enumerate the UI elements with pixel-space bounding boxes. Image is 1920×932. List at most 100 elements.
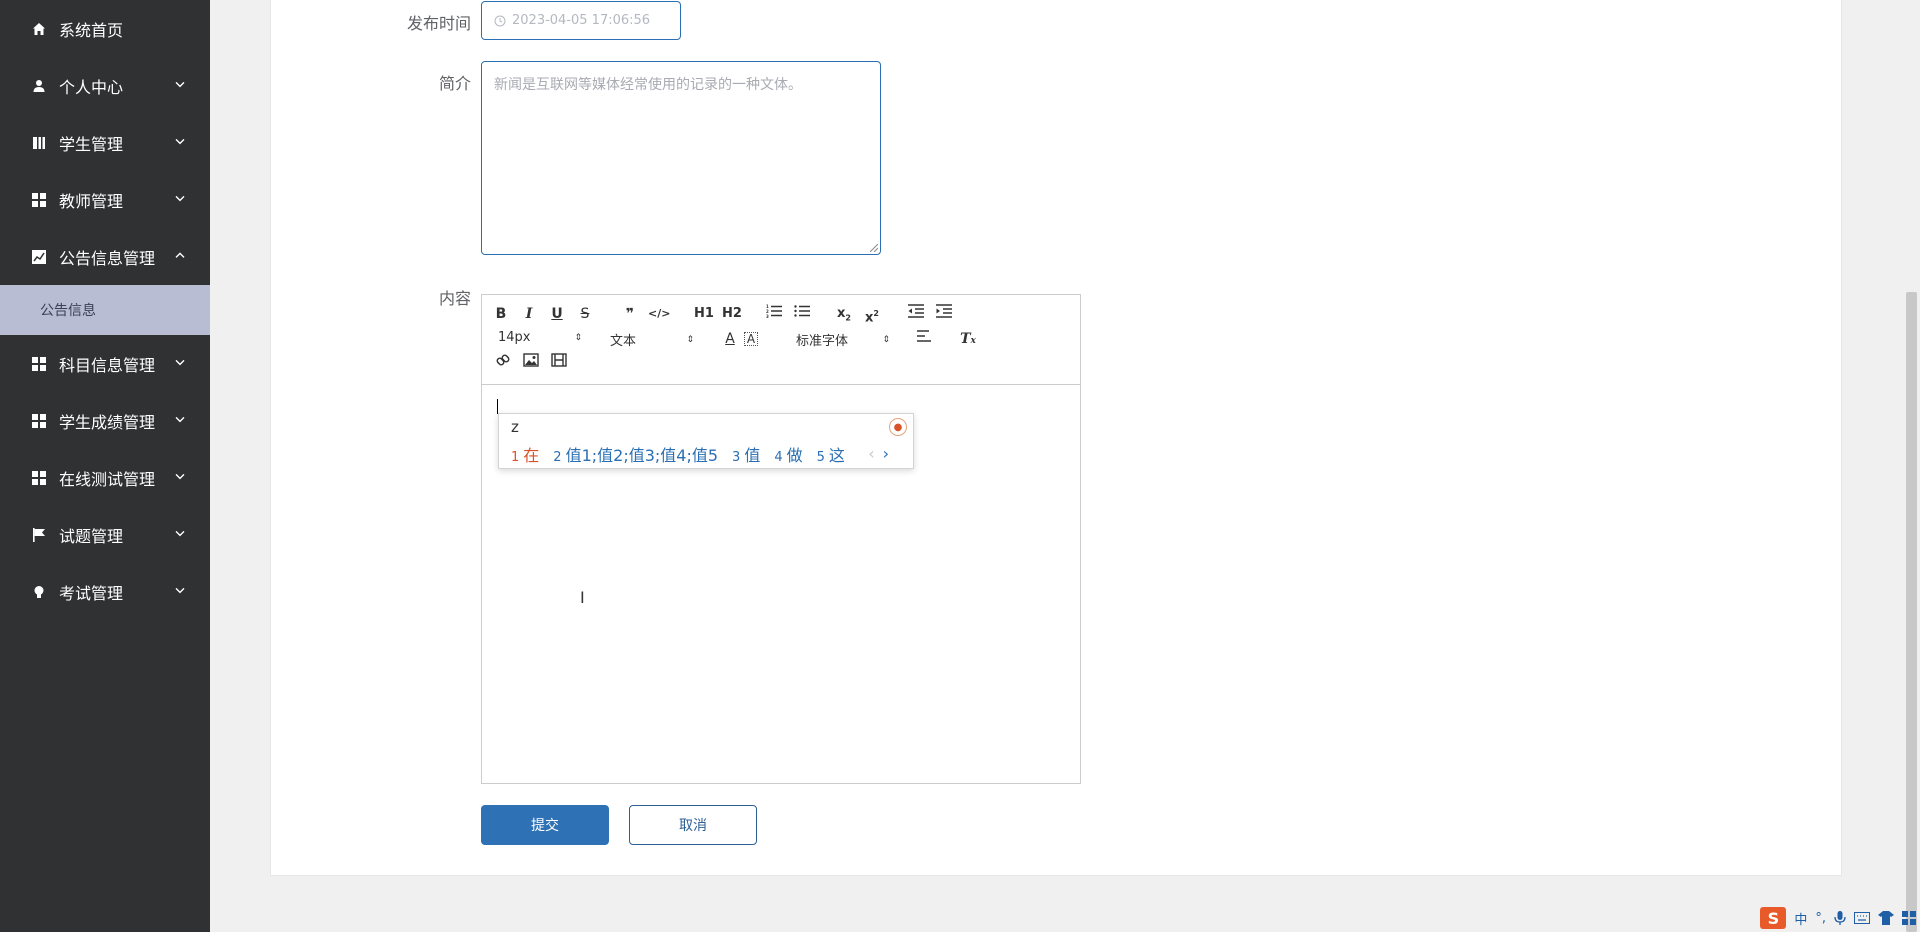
sidebar-item-exams[interactable]: 考试管理 — [0, 563, 210, 620]
italic-button[interactable]: I — [519, 304, 539, 324]
ime-candidate[interactable]: 5这 — [817, 442, 845, 466]
indent-icon[interactable] — [934, 304, 954, 324]
flag-icon — [31, 527, 47, 543]
rich-text-editor: B I U S ❞ </> H1 H2 123 x2 x2 14px ⇕ 文本 … — [481, 294, 1081, 784]
sidebar: 系统首页 个人中心 学生管理 教师管理 公告信息管理 公告信息 科目信息管理 学… — [0, 0, 210, 932]
ime-next-page-icon[interactable]: › — [883, 444, 889, 463]
blockquote-button[interactable]: ❞ — [620, 304, 640, 324]
sidebar-item-subjects[interactable]: 科目信息管理 — [0, 335, 210, 392]
sidebar-item-students[interactable]: 学生管理 — [0, 114, 210, 171]
subscript-button[interactable]: x2 — [834, 304, 854, 324]
grid-icon — [31, 470, 47, 486]
keyboard-icon[interactable] — [1854, 912, 1870, 924]
sidebar-item-teachers[interactable]: 教师管理 — [0, 171, 210, 228]
h1-button[interactable]: H1 — [692, 304, 716, 324]
ime-pager: ‹ › — [868, 444, 889, 463]
publish-time-input[interactable]: 2023-04-05 17:06:56 — [481, 1, 681, 40]
text-color-button[interactable]: A — [720, 329, 740, 349]
chevron-down-icon — [175, 138, 185, 144]
clear-format-button[interactable]: Tx — [958, 329, 978, 349]
toolbox-grid-icon[interactable] — [1902, 911, 1916, 925]
underline-button[interactable]: U — [547, 304, 567, 324]
select-arrows-icon: ⇕ — [686, 334, 694, 345]
sidebar-subitem-notice-info[interactable]: 公告信息 — [0, 285, 210, 335]
book-icon — [31, 135, 47, 151]
sidebar-item-label: 学生成绩管理 — [59, 412, 156, 432]
text-caret — [497, 399, 498, 414]
intro-label: 简介 — [438, 74, 471, 93]
content-label: 内容 — [438, 289, 471, 308]
punctuation-icon[interactable]: °, — [1815, 911, 1826, 926]
ordered-list-icon[interactable]: 123 — [764, 304, 784, 324]
sidebar-item-profile[interactable]: 个人中心 — [0, 57, 210, 114]
bold-button[interactable]: B — [491, 304, 511, 324]
h2-button[interactable]: H2 — [720, 304, 744, 324]
align-left-icon[interactable] — [914, 329, 934, 349]
outdent-icon[interactable] — [906, 304, 926, 324]
intro-textarea[interactable]: 新闻是互联网等媒体经常使用的记录的一种文体。 — [481, 61, 881, 255]
clock-icon — [494, 15, 506, 26]
font-size-select[interactable]: 14px ⇕ — [498, 330, 582, 345]
user-icon — [31, 78, 47, 94]
ime-candidate-list: 1在 2 值1;值2;值3;值4;值5 3值 4做 5这 — [511, 442, 859, 466]
resize-grip-icon[interactable] — [870, 244, 878, 252]
font-family-select[interactable]: 标准字体 ⇕ — [796, 330, 890, 349]
grid-icon — [31, 192, 47, 208]
ime-prev-page-icon[interactable]: ‹ — [868, 444, 874, 463]
header-select[interactable]: 文本 ⇕ — [610, 330, 694, 349]
grid-icon — [31, 356, 47, 372]
sidebar-item-label: 在线测试管理 — [59, 469, 156, 489]
font-family-value: 标准字体 — [796, 334, 849, 349]
ime-candidate[interactable]: 1在 — [511, 442, 539, 466]
link-icon[interactable] — [493, 353, 513, 373]
microphone-icon[interactable] — [1834, 911, 1846, 925]
bullet-list-icon[interactable] — [792, 304, 812, 324]
svg-text:3: 3 — [766, 314, 769, 318]
intro-placeholder: 新闻是互联网等媒体经常使用的记录的一种文体。 — [494, 77, 802, 93]
image-icon[interactable] — [521, 353, 541, 373]
chevron-down-icon — [175, 81, 185, 87]
sogou-logo-icon[interactable]: S — [1760, 907, 1787, 929]
chevron-down-icon — [175, 473, 185, 479]
skin-shirt-icon[interactable] — [1878, 911, 1894, 925]
sidebar-item-label: 公告信息管理 — [59, 248, 156, 268]
ime-candidate[interactable]: 3值 — [732, 442, 760, 466]
scrollbar-thumb[interactable] — [1906, 292, 1917, 932]
publish-time-value: 2023-04-05 17:06:56 — [512, 13, 651, 28]
ime-candidate-popup: z ● 1在 2 值1;值2;值3;值4;值5 3值 4做 5这 ‹ › — [498, 413, 914, 469]
superscript-button[interactable]: x2 — [862, 304, 882, 325]
home-icon — [31, 21, 47, 37]
chevron-down-icon — [175, 195, 185, 201]
ime-candidate[interactable]: 4做 — [774, 442, 802, 466]
sidebar-item-grades[interactable]: 学生成绩管理 — [0, 392, 210, 449]
sidebar-item-label: 考试管理 — [59, 583, 124, 603]
strikethrough-button[interactable]: S — [575, 304, 595, 324]
background-color-button[interactable]: A — [744, 332, 758, 346]
submit-button[interactable]: 提交 — [481, 805, 609, 845]
cancel-button[interactable]: 取消 — [629, 805, 757, 845]
ibeam-cursor-icon: I — [580, 588, 585, 607]
sidebar-item-online-tests[interactable]: 在线测试管理 — [0, 449, 210, 506]
select-arrows-icon: ⇕ — [882, 334, 890, 345]
page-scrollbar[interactable] — [1903, 0, 1920, 932]
ime-logo-icon[interactable]: ● — [889, 418, 907, 436]
chevron-up-icon — [175, 251, 185, 258]
editor-toolbar: B I U S ❞ </> H1 H2 123 x2 x2 14px ⇕ 文本 … — [482, 295, 1080, 385]
sidebar-item-label: 科目信息管理 — [59, 355, 156, 375]
ime-candidate[interactable]: 2 值1;值2;值3;值4;值5 — [553, 442, 718, 466]
chevron-down-icon — [175, 416, 185, 422]
sidebar-item-questions[interactable]: 试题管理 — [0, 506, 210, 563]
chevron-down-icon — [175, 587, 185, 593]
sidebar-item-label: 试题管理 — [59, 526, 124, 546]
ime-typed-text: z — [511, 418, 519, 436]
select-arrows-icon: ⇕ — [574, 332, 582, 343]
chevron-down-icon — [175, 359, 185, 365]
header-select-value: 文本 — [610, 334, 637, 349]
sidebar-item-label: 个人中心 — [59, 77, 124, 97]
sidebar-item-notices[interactable]: 公告信息管理 — [0, 228, 210, 285]
video-icon[interactable] — [549, 353, 569, 373]
ime-language-indicator[interactable]: 中 — [1794, 909, 1807, 928]
code-block-button[interactable]: </> — [648, 304, 670, 324]
sidebar-item-home[interactable]: 系统首页 — [0, 0, 210, 57]
chevron-down-icon — [175, 530, 185, 536]
